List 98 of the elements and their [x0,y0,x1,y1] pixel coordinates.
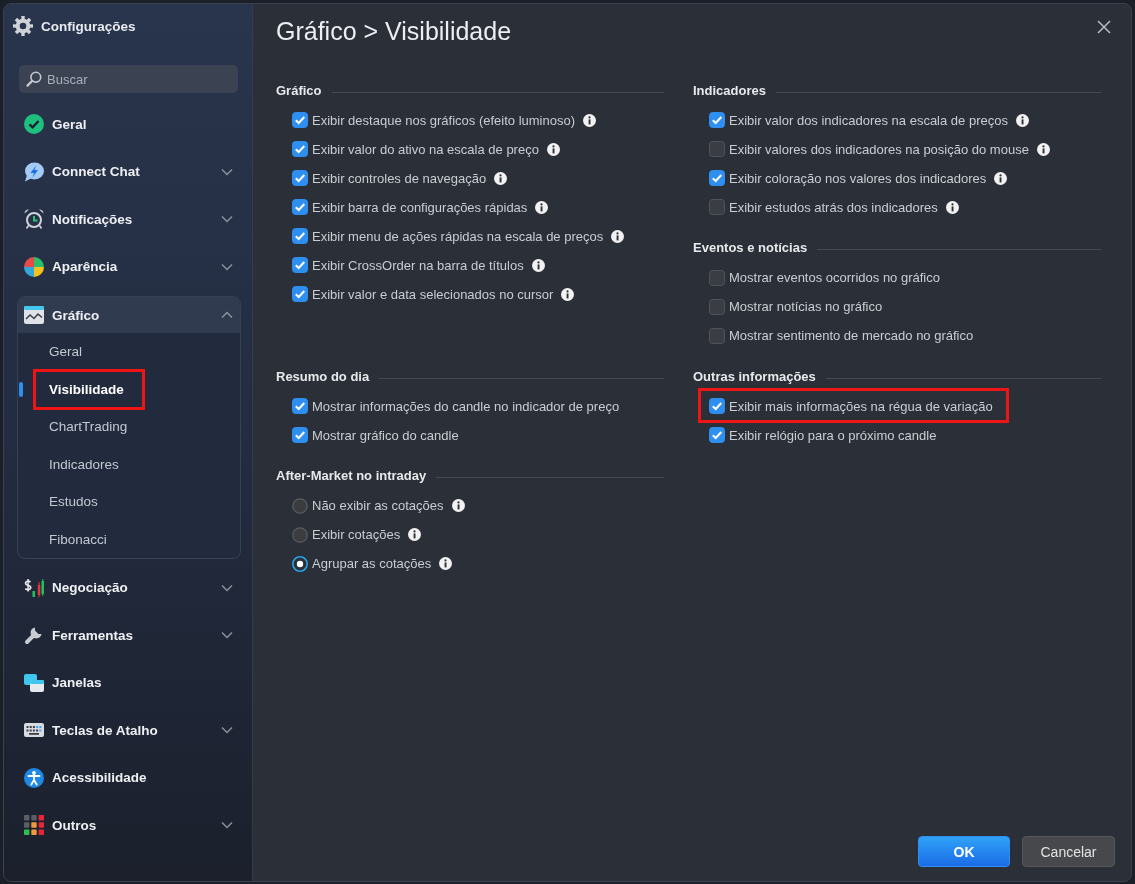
info-icon[interactable] [561,287,575,301]
accessibility-icon [24,767,44,788]
search-field[interactable]: Buscar [19,65,238,93]
wrench-icon [24,625,44,646]
option-label: Exibir valor dos indicadores na escala de preços [729,112,1008,128]
option-label: Exibir valor e data selecionados no cursor [312,286,554,302]
sidebar-subitem[interactable]: Estudos [18,483,240,521]
close-icon [1097,20,1111,34]
checkbox[interactable] [709,170,725,186]
info-icon[interactable] [451,499,465,512]
dollar-candles-icon [24,577,44,598]
checkbox[interactable] [709,141,725,157]
sidebar-item[interactable]: Notificações [4,195,252,243]
section-title: After-Market no intraday [276,468,427,483]
option-label: Mostrar sentimento de mercado no gráfico [729,328,974,343]
checkbox[interactable] [709,327,725,344]
sidebar-item[interactable]: Geral [4,100,252,148]
section-title: Gráfico [276,82,322,98]
sidebar-subitem[interactable]: Visibilidade [18,370,240,408]
option-label: Exibir barra de configurações rápidas [312,199,528,215]
page-title: Gráfico > Visibilidade [276,16,512,46]
option-label: Agrupar as cotações [312,556,432,571]
option-label: Mostrar informações do candle no indicador de preço [312,398,620,414]
sidebar-subitem[interactable]: Fibonacci [18,520,240,558]
section-title: Indicadores [693,82,766,98]
info-icon[interactable] [945,200,959,214]
option-label: Mostrar gráfico do candle [312,427,459,443]
checkbox[interactable] [292,170,308,186]
info-icon[interactable] [494,171,508,185]
sidebar-item[interactable]: Aparência [4,243,252,291]
info-icon[interactable] [1015,113,1029,127]
chat-bubble-icon [24,161,44,182]
section-title: Eventos e notícias [693,240,808,255]
checkbox[interactable] [709,269,725,286]
sidebar-item[interactable]: Outros [4,801,252,849]
option-label: Exibir valores dos indicadores na posição do mouse [729,141,1029,157]
option-label: Exibir mais informações na régua de variação [729,398,993,414]
checkbox[interactable] [292,398,308,414]
sidebar-item[interactable]: Teclas de Atalho [4,706,252,754]
info-icon[interactable] [546,142,560,156]
option-label: Mostrar eventos ocorridos no gráfico [729,270,940,285]
option-label: Exibir controles de navegação [312,170,487,186]
info-icon[interactable] [408,528,422,541]
sidebar-subitem[interactable]: Geral [18,333,240,371]
sidebar-subitem[interactable]: Indicadores [18,445,240,483]
option-label: Mostrar notícias no gráfico [729,299,883,314]
checkbox[interactable] [292,199,308,215]
grid-icon [24,815,44,836]
sidebar-item[interactable]: Negociação [4,564,252,612]
info-icon[interactable] [535,200,549,214]
radio-button[interactable] [292,555,308,572]
sidebar-item[interactable]: Acessibilidade [4,754,252,802]
close-button[interactable] [1097,20,1111,34]
sidebar-item[interactable]: Janelas [4,659,252,707]
checkbox[interactable] [709,298,725,315]
option-label: Exibir cotações [312,527,401,542]
checkbox[interactable] [709,427,725,443]
checkbox[interactable] [292,228,308,244]
section-title: Resumo do dia [276,368,370,384]
info-icon[interactable] [611,229,625,243]
sidebar-item[interactable]: Connect Chat [4,148,252,196]
checkbox[interactable] [292,257,308,273]
search-icon [26,71,42,87]
radio-button[interactable] [292,526,308,543]
checkbox[interactable] [709,199,725,215]
checkbox[interactable] [292,286,308,302]
option-label: Exibir CrossOrder na barra de títulos [312,257,524,273]
alarm-clock-icon [24,209,44,230]
option-label: Exibir coloração nos valores dos indicadores [729,170,987,186]
info-icon[interactable] [583,113,597,127]
checkbox[interactable] [709,398,725,414]
info-icon[interactable] [994,171,1008,185]
option-label: Exibir menu de ações rápidas na escala de preços [312,228,604,244]
option-label: Não exibir as cotações [312,498,444,513]
line-chart-icon [24,305,44,325]
checkbox[interactable] [292,427,308,443]
radio-button[interactable] [292,497,308,514]
ok-button[interactable]: OK [918,836,1010,867]
option-label: Exibir destaque nos gráficos (efeito luminoso) [312,112,576,128]
windows-icon [24,672,44,693]
info-icon[interactable] [531,258,545,272]
color-wheel-icon [24,256,44,277]
gear-icon [13,16,33,36]
checkbox[interactable] [709,112,725,128]
cancel-button[interactable]: Cancelar [1022,836,1115,867]
sidebar-item[interactable]: Gráfico [18,297,240,333]
info-icon[interactable] [439,557,453,570]
sidebar-subitem[interactable]: ChartTrading [18,408,240,446]
checkbox[interactable] [292,141,308,157]
window-title: Configurações [41,18,136,34]
section-title: Outras informações [693,368,816,384]
option-label: Exibir valor do ativo na escala de preço [312,141,539,157]
check-circle-icon [24,114,44,135]
checkbox[interactable] [292,112,308,128]
sidebar-item[interactable]: Ferramentas [4,611,252,659]
option-label: Exibir relógio para o próximo candle [729,427,937,443]
info-icon[interactable] [1036,142,1050,156]
option-label: Exibir estudos atrás dos indicadores [729,199,938,215]
